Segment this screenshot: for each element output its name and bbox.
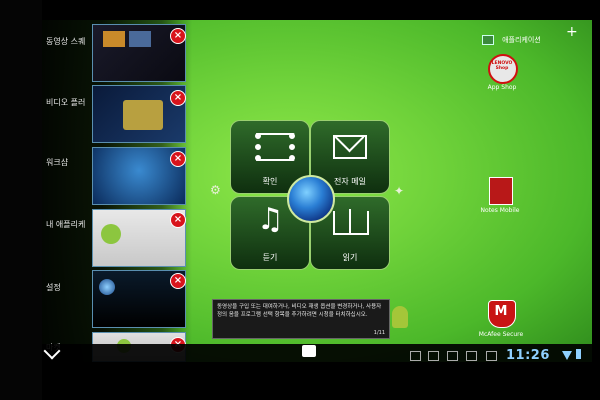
close-icon[interactable]: × <box>170 212 186 228</box>
recent-app-label[interactable]: 비디오 플러 <box>46 97 85 108</box>
mcafee-label[interactable]: McAfee Secure <box>471 331 531 338</box>
close-icon[interactable]: × <box>170 90 186 106</box>
tablet-bezel <box>0 0 42 400</box>
globe-icon[interactable] <box>287 175 335 223</box>
app-shop-badge: LENOVO Shop <box>491 61 513 71</box>
recent-app-label[interactable]: 워크샵 <box>46 157 68 168</box>
book-spine <box>349 209 351 233</box>
mcafee-badge: M <box>494 304 508 319</box>
recent-app-label[interactable]: 동영상 스퀘 <box>46 36 85 47</box>
tooltip-text: 동영상을 구입 또는 대여하거나, 비디오 재생 옵션을 변경하거나, 사용자 … <box>217 304 382 318</box>
tile-label: 읽기 <box>342 253 358 262</box>
notes-mobile-label[interactable]: Notes Mobile <box>470 207 530 214</box>
download-icon[interactable] <box>486 351 497 361</box>
menu-grid-icon[interactable] <box>302 345 316 357</box>
gear-icon[interactable]: ⚙ <box>210 183 221 197</box>
notes-mobile-icon[interactable] <box>489 177 513 205</box>
apps-button[interactable]: 애플리케이션 <box>482 29 541 45</box>
film-icon <box>255 133 295 161</box>
apps-label: 애플리케이션 <box>502 35 541 44</box>
close-icon[interactable]: × <box>170 151 186 167</box>
android-icon[interactable] <box>392 306 408 328</box>
notification-icon[interactable] <box>410 351 421 361</box>
mail-icon[interactable] <box>466 351 477 361</box>
notification-icon[interactable] <box>428 351 439 361</box>
book-icon <box>333 211 369 235</box>
battery-icon <box>576 349 581 359</box>
app-shop-label[interactable]: App Shop <box>472 84 532 91</box>
sparkle-icon[interactable]: ✦ <box>394 184 404 198</box>
tooltip-page-indicator: 1/11 <box>373 330 385 336</box>
wifi-icon <box>562 351 572 360</box>
screen: 애플리케이션 + 동영상 스퀘 비디오 플러 워크샵 내 애플리케 설정 마켓 … <box>0 0 600 400</box>
help-tooltip: 동영상을 구입 또는 대여하거나, 비디오 재생 옵션을 변경하거나, 사용자 … <box>212 299 390 339</box>
recent-app-label[interactable]: 내 애플리케 <box>46 219 85 230</box>
close-icon[interactable]: × <box>170 273 186 289</box>
music-note-icon: ♫ <box>257 202 284 237</box>
mail-icon[interactable] <box>447 351 458 361</box>
add-widget-button[interactable]: + <box>566 24 578 40</box>
clock[interactable]: 11:26 <box>506 348 550 363</box>
apps-grid-icon <box>482 34 494 45</box>
close-icon[interactable]: × <box>170 28 186 44</box>
tile-label: 듣기 <box>262 253 278 262</box>
recent-app-label[interactable]: 설정 <box>46 282 61 293</box>
